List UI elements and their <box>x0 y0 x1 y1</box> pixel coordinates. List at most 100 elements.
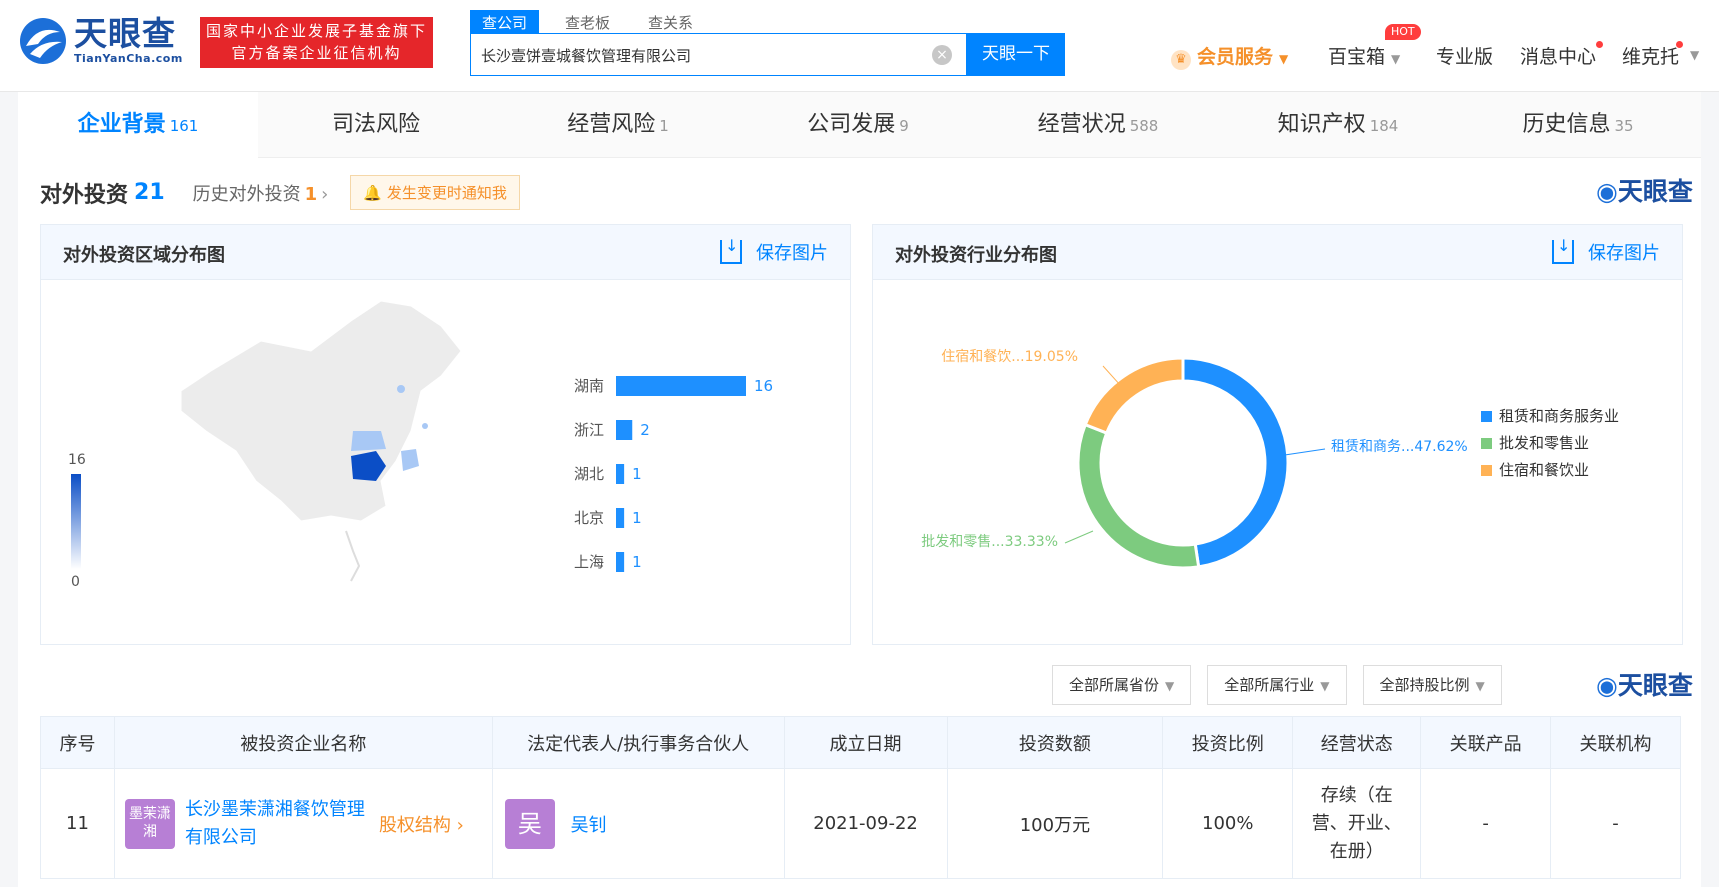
search-tab-relation[interactable]: 查关系 <box>636 10 705 35</box>
tab-judicial[interactable]: 司法风险 <box>258 92 498 158</box>
category-tabs: 企业背景 161 司法风险 经营风险 1 公司发展 9 经营状况 588 知识产权 184… <box>18 92 1701 158</box>
region-panel-title: 对外投资区域分布图 <box>63 245 225 266</box>
pie-slice-label: 租赁和商务...47.62% <box>1331 439 1468 455</box>
tab-history[interactable]: 历史信息 35 <box>1458 92 1698 158</box>
region-panel: 对外投资区域分布图 保存图片 16 0 湖南 16 浙江 2 湖北 1 北京 1 上海 1 <box>40 224 851 645</box>
hot-badge: HOT <box>1385 24 1421 40</box>
bar <box>616 552 625 572</box>
tab-label: 历史信息 <box>1522 112 1611 137</box>
pie-label-line <box>1064 530 1094 544</box>
crown-icon: ♛ <box>1171 50 1191 70</box>
equity-structure-link[interactable]: 股权结构 › <box>379 811 464 837</box>
tab-ip[interactable]: 知识产权 184 <box>1218 92 1458 158</box>
row-status: 存续（在营、开业、在册） <box>1292 768 1422 879</box>
col-status: 经营状态 <box>1292 716 1422 769</box>
official-banner[interactable]: 国家中小企业发展子基金旗下 官方备案企业征信机构 <box>200 17 433 68</box>
heat-legend-min: 0 <box>71 574 80 590</box>
chevron-right-icon: › <box>450 814 464 836</box>
bar-value-label: 16 <box>754 377 773 395</box>
nav-vip[interactable]: ♛ 会员服务 ▼ <box>1171 42 1288 70</box>
tab-count: 588 <box>1129 117 1159 135</box>
pie-slice-label: 住宿和餐饮...19.05% <box>941 348 1078 365</box>
industry-panel-header: 对外投资行业分布图 保存图片 <box>873 225 1682 280</box>
tab-label: 公司发展 <box>807 112 896 137</box>
filter-label: 全部所属省份 <box>1069 676 1160 694</box>
user-dot <box>1676 41 1683 48</box>
bell-icon: 🔔 <box>363 184 383 202</box>
row-ratio: 100% <box>1162 768 1294 879</box>
tab-development[interactable]: 公司发展 9 <box>738 92 978 158</box>
company-name-link[interactable]: 长沙墨茉潇湘餐饮管理有限公司 <box>185 796 375 852</box>
person-name-link[interactable]: 吴钊 <box>571 815 607 836</box>
tab-background[interactable]: 企业背景 161 <box>18 92 258 158</box>
row-company-cell: 墨茉潇湘 长沙墨茉潇湘餐饮管理有限公司 股权结构 › <box>113 768 493 879</box>
bar-value-label: 2 <box>640 421 650 439</box>
bar-value-label: 1 <box>632 509 642 527</box>
bar-category-label: 湖南 <box>574 377 604 395</box>
bar-category-label: 北京 <box>574 509 604 527</box>
nav-user[interactable]: 维克托 <box>1622 42 1679 69</box>
row-amount: 100万元 <box>946 768 1164 879</box>
legend-swatch <box>1481 411 1492 422</box>
tianyancha-logo-icon: ◉ <box>1596 177 1618 206</box>
watermark-logo: ◉天眼查 <box>1596 666 1693 702</box>
chevron-down-icon[interactable]: ▼ <box>1690 48 1699 62</box>
search-input-box[interactable]: 长沙壹饼壹城餐饮管理有限公司 × <box>470 33 967 76</box>
china-map <box>180 300 462 582</box>
row-person-cell: 吴 吴钊 <box>491 768 785 879</box>
heat-legend-bar <box>71 474 81 569</box>
tab-label: 经营风险 <box>567 112 656 137</box>
tab-count: 184 <box>1369 117 1399 135</box>
download-icon <box>1552 236 1574 264</box>
search-button[interactable]: 天眼一下 <box>967 33 1065 76</box>
top-header: 天眼查 TianYanCha.com 国家中小企业发展子基金旗下 官方备案企业征… <box>0 0 1719 92</box>
nav-toolbox[interactable]: 百宝箱 ▼ <box>1328 42 1400 69</box>
tab-operation-risk[interactable]: 经营风险 1 <box>498 92 738 158</box>
col-person: 法定代表人/执行事务合伙人 <box>491 716 785 769</box>
col-product: 关联产品 <box>1420 716 1552 769</box>
save-image-button[interactable]: 保存图片 <box>1552 236 1660 265</box>
search-tab-company[interactable]: 查公司 <box>470 10 540 35</box>
section-header: 对外投资 21 历史对外投资 1 › 🔔 发生变更时通知我 <box>40 175 520 210</box>
tab-label: 企业背景 <box>77 112 166 137</box>
chevron-down-icon: ▼ <box>1320 679 1330 693</box>
search-tab-boss[interactable]: 查老板 <box>553 10 622 35</box>
bar <box>616 508 625 528</box>
tab-label: 经营状况 <box>1037 112 1126 137</box>
bar-category-label: 浙江 <box>574 421 604 439</box>
history-investment-link[interactable]: 历史对外投资 1 › <box>193 180 329 206</box>
logo-cn: 天眼查 <box>74 14 176 53</box>
clear-icon[interactable]: × <box>932 45 952 65</box>
pie-slice-label: 批发和零售...33.33% <box>921 534 1058 550</box>
region-chart: 16 0 湖南 16 浙江 2 湖北 1 北京 1 上海 1 <box>68 300 773 590</box>
bar-value-label: 1 <box>632 465 642 483</box>
site-logo[interactable]: 天眼查 TianYanCha.com <box>18 16 183 66</box>
save-image-button[interactable]: 保存图片 <box>720 236 828 265</box>
company-logo-badge: 墨茉潇湘 <box>124 798 175 849</box>
industry-filter[interactable]: 全部所属行业 ▼ <box>1207 665 1347 705</box>
ratio-filter[interactable]: 全部持股比例 ▼ <box>1362 665 1502 705</box>
filter-label: 全部持股比例 <box>1379 676 1470 694</box>
industry-panel-title: 对外投资行业分布图 <box>895 245 1057 266</box>
download-icon <box>720 236 742 264</box>
tab-label: 知识产权 <box>1277 112 1366 137</box>
tianyancha-logo-icon: ◉ <box>1596 671 1618 700</box>
tab-business-status[interactable]: 经营状况 588 <box>978 92 1218 158</box>
row-index: 11 <box>40 768 115 879</box>
region-bar-chart: 湖南 16 浙江 2 湖北 1 北京 1 上海 1 <box>574 376 773 572</box>
notify-label: 发生变更时通知我 <box>386 184 507 202</box>
col-ratio: 投资比例 <box>1162 716 1294 769</box>
chevron-down-icon: ▼ <box>1391 52 1401 66</box>
notify-button[interactable]: 🔔 发生变更时通知我 <box>350 175 520 210</box>
province-filter[interactable]: 全部所属省份 ▼ <box>1052 665 1192 705</box>
search-input[interactable]: 长沙壹饼壹城餐饮管理有限公司 <box>481 45 691 66</box>
tab-count: 35 <box>1614 117 1634 135</box>
row-product: - <box>1420 768 1552 879</box>
filter-bar: 全部所属省份 ▼ 全部所属行业 ▼ 全部持股比例 ▼ <box>1052 665 1518 705</box>
section-title: 对外投资 <box>40 182 129 208</box>
chevron-down-icon: ▼ <box>1475 679 1485 693</box>
nav-pro[interactable]: 专业版 <box>1436 42 1493 69</box>
section-count: 21 <box>134 180 165 205</box>
banner-line2: 官方备案企业征信机构 <box>231 44 402 62</box>
nav-messages[interactable]: 消息中心 <box>1520 42 1596 69</box>
